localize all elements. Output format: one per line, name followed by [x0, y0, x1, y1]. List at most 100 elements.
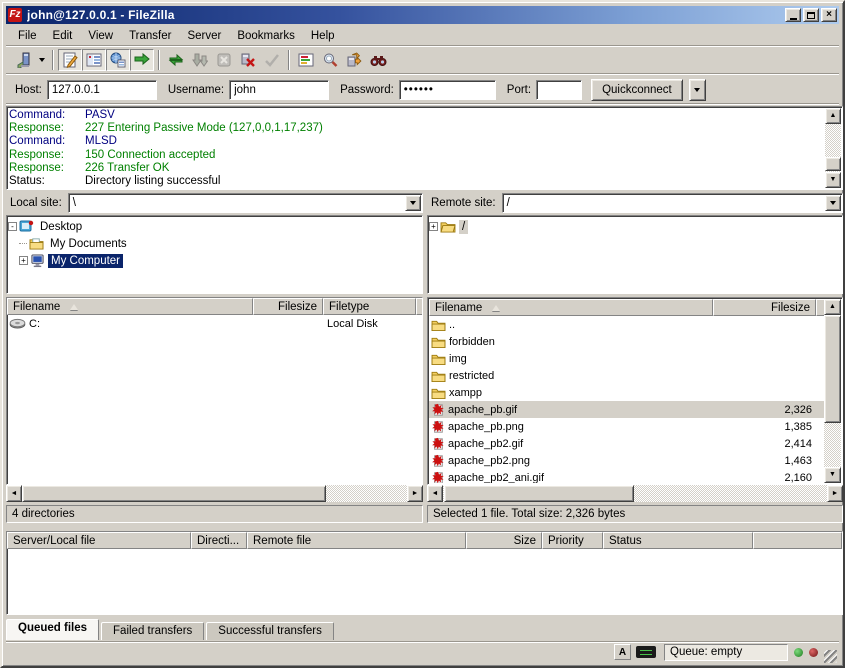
- column-header-priority[interactable]: Priority: [542, 532, 603, 549]
- folder-icon: [431, 370, 446, 382]
- minimize-button[interactable]: [785, 8, 801, 22]
- column-header-status[interactable]: Status: [603, 532, 753, 549]
- menu-bookmarks[interactable]: Bookmarks: [229, 29, 303, 43]
- scroll-up-button[interactable]: ▲: [825, 108, 841, 124]
- port-input[interactable]: [536, 80, 582, 100]
- maximize-button[interactable]: [803, 8, 819, 22]
- remote-file-row[interactable]: apache_pb2_ani.gif 2,160: [429, 469, 824, 483]
- close-button[interactable]: ×: [821, 8, 837, 22]
- menu-file[interactable]: File: [10, 29, 45, 43]
- menu-help[interactable]: Help: [303, 29, 343, 43]
- toggle-local-tree-button[interactable]: [82, 49, 106, 71]
- column-header-filename[interactable]: Filename: [429, 299, 713, 316]
- scroll-down-button[interactable]: ▼: [824, 467, 841, 483]
- column-header-direction[interactable]: Directi...: [191, 532, 247, 549]
- maximize-icon: [807, 12, 815, 19]
- expand-icon[interactable]: +: [429, 222, 438, 231]
- column-header-size[interactable]: Size: [466, 532, 542, 549]
- desktop-icon: [19, 220, 34, 234]
- remote-list-hscrollbar[interactable]: ◄ ►: [427, 485, 843, 502]
- reconnect-button[interactable]: [260, 49, 284, 71]
- remote-site-value: /: [503, 197, 824, 209]
- scroll-left-button[interactable]: ◄: [427, 485, 443, 502]
- toggle-transfer-queue-button[interactable]: [130, 49, 154, 71]
- directory-listing-filters-button[interactable]: [294, 49, 318, 71]
- toggle-remote-tree-button[interactable]: [106, 49, 130, 71]
- tree-item-root[interactable]: + /: [429, 218, 841, 235]
- host-input[interactable]: [47, 80, 157, 100]
- menu-bar: File Edit View Transfer Server Bookmarks…: [6, 27, 839, 44]
- column-header-last-modified[interactable]: L: [416, 298, 423, 315]
- menu-view[interactable]: View: [80, 29, 121, 43]
- tree-item-my-computer[interactable]: + My Computer: [8, 252, 421, 269]
- local-site-combo[interactable]: \: [68, 193, 423, 213]
- scroll-up-button[interactable]: ▲: [824, 299, 841, 315]
- remote-tree-icon: [110, 52, 126, 68]
- site-manager-button[interactable]: [12, 49, 36, 71]
- site-manager-dropdown[interactable]: [36, 49, 48, 71]
- scroll-right-button[interactable]: ►: [827, 485, 843, 502]
- find-files-button[interactable]: [366, 49, 390, 71]
- column-header-filesize[interactable]: Filesize: [713, 299, 816, 316]
- folder-icon: [431, 319, 446, 331]
- scroll-thumb[interactable]: [444, 485, 634, 502]
- filezilla-window: Fz john@127.0.0.1 - FileZilla × File Edi…: [0, 0, 845, 668]
- remote-file-row[interactable]: forbidden: [429, 333, 824, 350]
- remote-file-row[interactable]: ..: [429, 316, 824, 333]
- username-input[interactable]: [229, 80, 329, 100]
- column-header-filler: [816, 299, 824, 316]
- log-line: Status:Directory listing successful: [9, 175, 824, 188]
- remote-file-row[interactable]: xampp: [429, 384, 824, 401]
- menu-transfer[interactable]: Transfer: [121, 29, 179, 43]
- speed-limits-icon[interactable]: [636, 646, 656, 658]
- tab-queued-files[interactable]: Queued files: [6, 619, 99, 640]
- process-queue-button[interactable]: [188, 49, 212, 71]
- remote-file-row[interactable]: img: [429, 350, 824, 367]
- cancel-operation-button[interactable]: [212, 49, 236, 71]
- remote-file-row[interactable]: apache_pb.png 1,385: [429, 418, 824, 435]
- scroll-thumb[interactable]: [825, 157, 841, 171]
- toggle-message-log-button[interactable]: [58, 49, 82, 71]
- username-label: Username:: [168, 84, 224, 96]
- synchronized-browsing-button[interactable]: [342, 49, 366, 71]
- column-header-filename[interactable]: Filename: [7, 298, 253, 315]
- remote-file-row-selected[interactable]: apache_pb.gif 2,326: [429, 401, 824, 418]
- remote-list-scrollbar[interactable]: ▲ ▼: [824, 299, 841, 483]
- column-header-filesize[interactable]: Filesize: [253, 298, 323, 315]
- expand-icon[interactable]: +: [19, 256, 28, 265]
- column-header-filetype[interactable]: Filetype: [323, 298, 416, 315]
- directory-comparison-button[interactable]: [318, 49, 342, 71]
- menu-edit[interactable]: Edit: [45, 29, 81, 43]
- local-site-dropdown[interactable]: [405, 195, 421, 211]
- remote-file-row[interactable]: apache_pb2.png 1,463: [429, 452, 824, 469]
- remote-site-combo[interactable]: /: [502, 193, 843, 213]
- resize-grip[interactable]: [824, 650, 837, 663]
- tab-failed-transfers[interactable]: Failed transfers: [101, 622, 204, 640]
- tree-item-my-documents[interactable]: My Documents: [8, 235, 421, 252]
- local-file-row[interactable]: C: Local Disk: [7, 315, 422, 332]
- quickconnect-button[interactable]: Quickconnect: [591, 79, 683, 101]
- collapse-icon[interactable]: -: [8, 222, 17, 231]
- scroll-right-button[interactable]: ►: [407, 485, 423, 502]
- remote-file-row[interactable]: restricted: [429, 367, 824, 384]
- column-header-server-local-file[interactable]: Server/Local file: [7, 532, 191, 549]
- tab-successful-transfers[interactable]: Successful transfers: [206, 622, 334, 640]
- local-list-hscrollbar[interactable]: ◄ ►: [6, 485, 423, 502]
- tree-item-desktop[interactable]: - Desktop: [8, 218, 421, 235]
- quickconnect-dropdown[interactable]: [689, 79, 706, 101]
- column-header-remote-file[interactable]: Remote file: [247, 532, 466, 549]
- remote-site-dropdown[interactable]: [825, 195, 841, 211]
- log-line: Command:MLSD: [9, 135, 824, 148]
- data-type-indicator-icon[interactable]: A: [614, 644, 631, 660]
- menu-server[interactable]: Server: [179, 29, 229, 43]
- remote-file-row[interactable]: apache_pb2.gif 2,414: [429, 435, 824, 452]
- scroll-thumb[interactable]: [824, 315, 841, 423]
- log-scrollbar[interactable]: ▲ ▼: [825, 108, 841, 188]
- folder-icon: [431, 336, 446, 348]
- scroll-thumb[interactable]: [22, 485, 326, 502]
- scroll-down-button[interactable]: ▼: [825, 172, 841, 188]
- password-input[interactable]: [399, 80, 496, 100]
- refresh-button[interactable]: [164, 49, 188, 71]
- scroll-left-button[interactable]: ◄: [6, 485, 22, 502]
- disconnect-button[interactable]: [236, 49, 260, 71]
